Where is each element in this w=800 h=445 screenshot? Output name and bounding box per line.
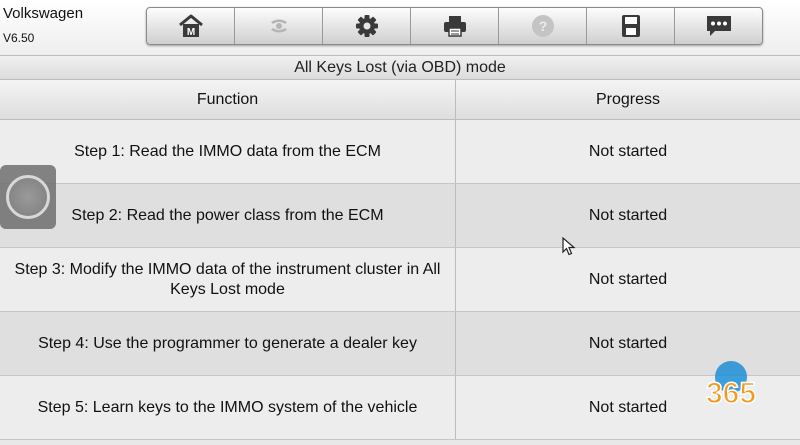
gear-icon [355,15,378,37]
assistive-ring-icon [6,175,50,219]
help-button[interactable]: ? [499,8,587,44]
table-header: Function Progress [0,80,800,120]
save-icon [621,15,640,37]
svg-text:M: M [186,27,194,38]
progress-cell: Not started [588,206,668,224]
printer-icon [443,16,466,37]
table-row[interactable]: Step 2: Read the power class from the EC… [0,184,800,248]
message-button[interactable] [675,8,762,44]
watermark-logo: 365 [705,361,757,411]
function-cell: Step 2: Read the power class from the EC… [0,184,456,247]
help-icon: ? [531,15,554,37]
message-icon [706,16,731,36]
function-cell: Step 4: Use the programmer to generate a… [0,312,456,375]
home-button[interactable]: M [147,8,235,44]
header-function: Function [0,80,456,119]
vehicle-swap-icon [270,19,287,33]
toolbar: M ? [146,7,763,45]
function-cell: Step 5: Learn keys to the IMMO system of… [0,376,456,439]
header-progress: Progress [595,90,661,108]
vehicle-make: Volkswagen [3,5,84,22]
mouse-cursor-icon [562,237,576,256]
function-cell: Step 1: Read the IMMO data from the ECM [0,120,456,183]
table-row[interactable]: Step 1: Read the IMMO data from the ECM … [0,120,800,184]
vehicle-swap-button[interactable] [235,8,323,44]
top-bar: Volkswagen V6.50 M ? [0,0,800,55]
save-button[interactable] [587,8,675,44]
watermark-text: 365 [706,377,756,410]
table-row[interactable]: Step 3: Modify the IMMO data of the inst… [0,248,800,312]
function-cell: Step 3: Modify the IMMO data of the inst… [0,248,456,311]
settings-button[interactable] [323,8,411,44]
print-button[interactable] [411,8,499,44]
progress-cell: Not started [588,142,668,160]
svg-text:?: ? [538,18,547,34]
floating-assistive-button[interactable] [0,165,56,229]
software-version: V6.50 [3,31,35,45]
mode-title: All Keys Lost (via OBD) mode [0,55,800,80]
home-icon: M [178,14,203,38]
progress-cell: Not started [588,270,668,288]
brand: Volkswagen V6.50 [3,6,83,44]
